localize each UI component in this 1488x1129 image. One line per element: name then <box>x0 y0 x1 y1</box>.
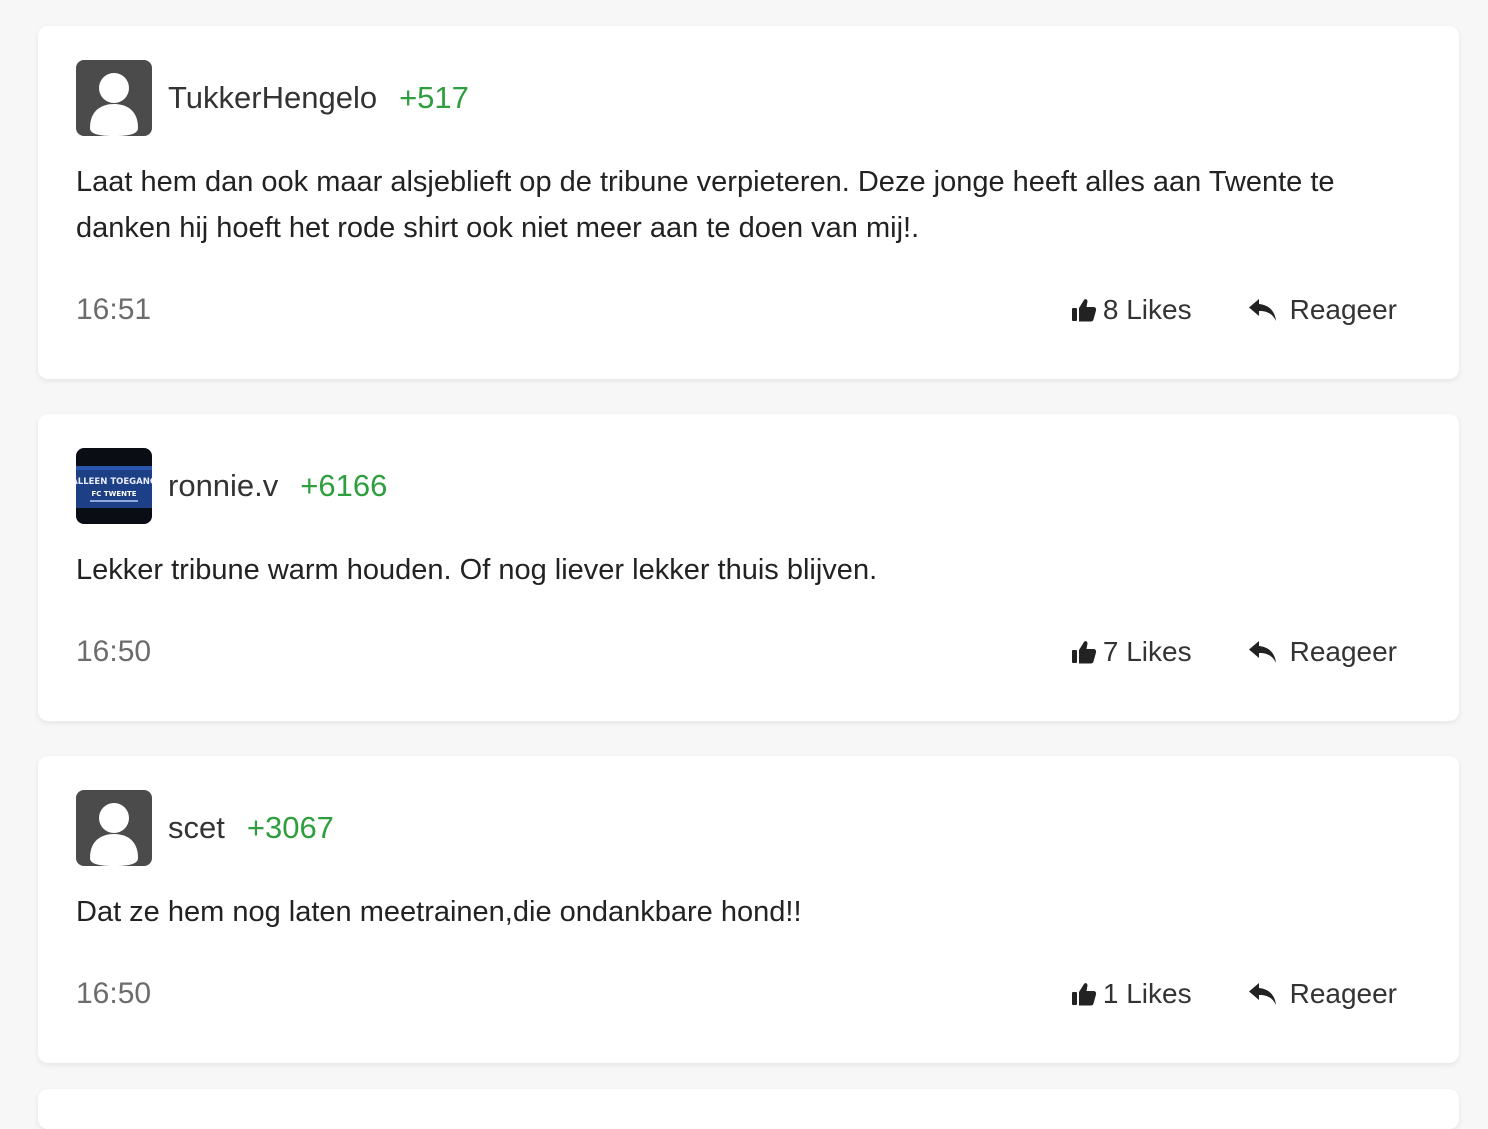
thumbs-up-icon <box>1071 981 1097 1007</box>
comment-actions: 1 Likes Reageer <box>1071 976 1397 1012</box>
like-button[interactable]: 7 Likes <box>1071 636 1192 668</box>
reply-label: Reageer <box>1289 978 1397 1009</box>
comment-header: scet +3067 <box>76 790 334 866</box>
karma-score: +6166 <box>300 468 388 503</box>
default-avatar-icon <box>76 60 152 136</box>
reply-icon <box>1248 639 1278 665</box>
comment-text: Dat ze hem nog laten meetrainen,die onda… <box>76 896 802 928</box>
comment-text: Lekker tribune warm houden. Of nog lieve… <box>76 554 878 586</box>
like-button[interactable]: 1 Likes <box>1071 978 1192 1010</box>
like-count: 1 Likes <box>1102 978 1192 1009</box>
reply-label: Reageer <box>1289 294 1397 325</box>
reply-button[interactable]: Reageer <box>1248 294 1397 326</box>
comment-time: 16:50 <box>76 977 152 1010</box>
reply-icon <box>1248 981 1278 1007</box>
comment-card: scet +3067 Dat ze hem nog laten meetrain… <box>38 756 1459 1063</box>
comment-card: ALLEEN TOEGANG FC TWENTE ronnie.v +6166 … <box>38 414 1459 721</box>
avatar[interactable]: ALLEEN TOEGANG FC TWENTE <box>76 448 152 524</box>
avatar[interactable] <box>76 60 152 136</box>
karma-score: +3067 <box>246 810 334 845</box>
username[interactable]: ronnie.v <box>168 468 278 504</box>
default-avatar-icon <box>76 790 152 866</box>
svg-text:FC TWENTE: FC TWENTE <box>91 490 136 498</box>
reply-button[interactable]: Reageer <box>1248 978 1397 1010</box>
reply-button[interactable]: Reageer <box>1248 636 1397 668</box>
user-photo-avatar: ALLEEN TOEGANG FC TWENTE <box>76 448 152 524</box>
comment-actions: 8 Likes Reageer <box>1071 292 1397 328</box>
comment-card: TukkerHengelo +517 Laat hem dan ook maar… <box>38 26 1459 379</box>
username[interactable]: TukkerHengelo <box>168 80 377 116</box>
comment-text: Laat hem dan ook maar alsjeblieft op de … <box>76 166 1335 244</box>
like-count: 7 Likes <box>1102 636 1192 667</box>
comment-card <box>38 1089 1459 1129</box>
like-count: 8 Likes <box>1102 294 1192 325</box>
comment-time: 16:51 <box>76 293 152 326</box>
comment-actions: 7 Likes Reageer <box>1071 634 1397 670</box>
reply-icon <box>1248 297 1278 323</box>
username[interactable]: scet <box>168 810 225 846</box>
thumbs-up-icon <box>1071 297 1097 323</box>
karma-score: +517 <box>399 80 469 115</box>
avatar[interactable] <box>76 790 152 866</box>
reply-label: Reageer <box>1289 636 1397 667</box>
like-button[interactable]: 8 Likes <box>1071 294 1192 326</box>
svg-text:ALLEEN TOEGANG: ALLEEN TOEGANG <box>76 477 152 487</box>
comment-header: ALLEEN TOEGANG FC TWENTE ronnie.v +6166 <box>76 448 387 524</box>
comment-header: TukkerHengelo +517 <box>76 60 469 136</box>
comment-time: 16:50 <box>76 635 152 668</box>
thumbs-up-icon <box>1071 639 1097 665</box>
